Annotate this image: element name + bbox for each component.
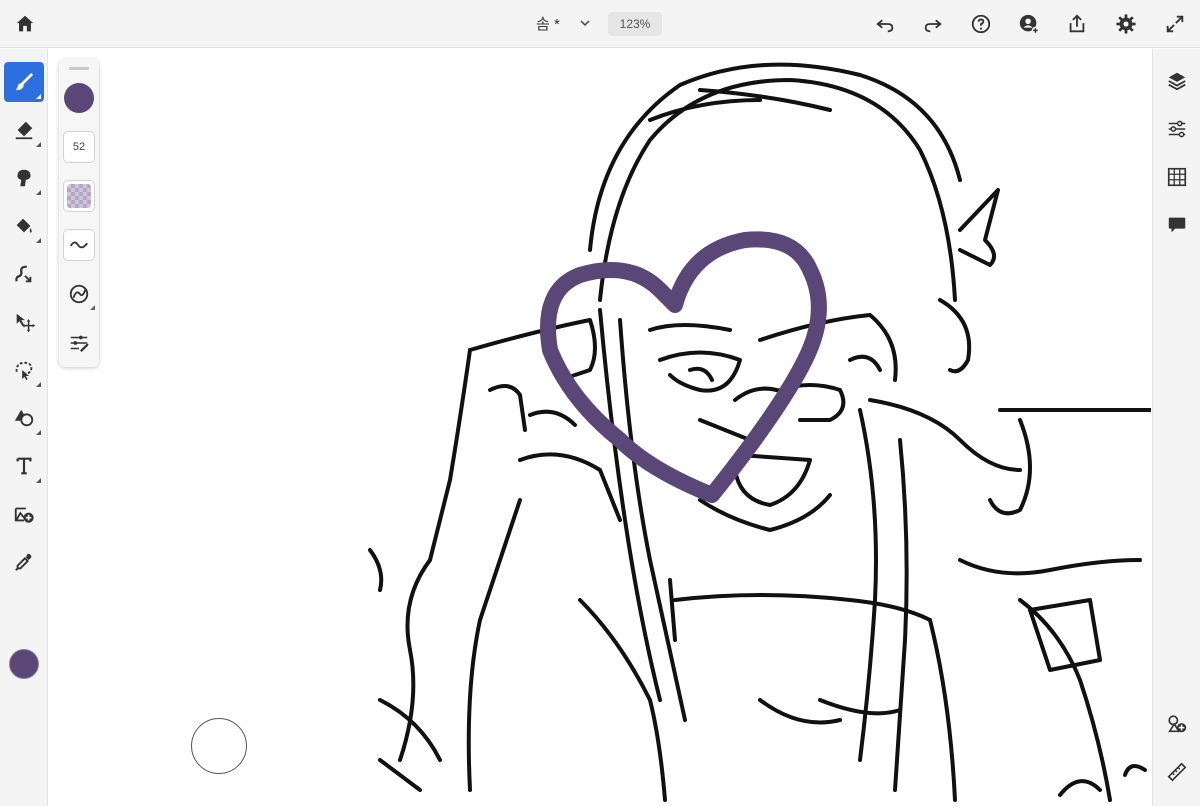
chevron-down-icon <box>580 20 590 27</box>
settings-button[interactable] <box>1108 6 1144 42</box>
redo-button[interactable] <box>915 6 951 42</box>
lasso-icon <box>15 361 33 381</box>
fullscreen-button[interactable] <box>1157 6 1193 42</box>
tools-toolbar <box>0 49 48 806</box>
shapes-stencil-icon <box>1168 715 1187 733</box>
redo-icon <box>924 19 942 33</box>
brush-size-cursor <box>191 718 247 774</box>
smudge-icon <box>17 169 31 187</box>
shapes-icon <box>14 409 34 427</box>
eraser-icon <box>15 121 33 140</box>
adjustments-button[interactable] <box>1159 111 1195 147</box>
brush-properties-panel: 52 <box>59 59 99 367</box>
adjustments-icon <box>1168 120 1186 138</box>
share-button[interactable] <box>1059 6 1095 42</box>
color-picker-swatch[interactable] <box>9 649 39 679</box>
brush-settings-icon <box>70 335 89 353</box>
help-button[interactable] <box>963 6 999 42</box>
ruler-button[interactable] <box>1159 754 1195 790</box>
document-title[interactable]: 솜 * <box>536 13 560 34</box>
liquify-icon <box>15 265 32 283</box>
gear-icon <box>1116 14 1136 34</box>
grid-icon <box>1167 167 1187 187</box>
panel-drag-handle[interactable] <box>69 67 89 70</box>
shapes-stencil-button[interactable] <box>1159 706 1195 742</box>
flow-swatch <box>67 184 91 208</box>
brush-icon <box>15 73 33 91</box>
text-icon <box>16 457 32 475</box>
brush-library-button[interactable] <box>63 278 95 310</box>
selection-tool[interactable] <box>4 350 44 390</box>
smoothing-button[interactable] <box>63 229 95 261</box>
brush-tool[interactable] <box>4 62 44 102</box>
transform-tool[interactable] <box>4 302 44 342</box>
comments-button[interactable] <box>1159 207 1195 243</box>
smoothing-icon <box>69 241 88 249</box>
panels-toolbar <box>1152 49 1200 806</box>
brush-size-field[interactable]: 52 <box>63 131 95 163</box>
layers-icon <box>1168 72 1186 91</box>
place-image-tool[interactable] <box>4 494 44 534</box>
brush-color-swatch[interactable] <box>64 83 94 113</box>
invite-button[interactable] <box>1011 6 1047 42</box>
smudge-tool[interactable] <box>4 158 44 198</box>
line-art-drawing <box>368 62 1151 802</box>
home-icon <box>16 15 34 32</box>
brush-library-icon <box>69 284 89 304</box>
undo-button[interactable] <box>867 6 903 42</box>
text-tool[interactable] <box>4 446 44 486</box>
document-menu-button[interactable] <box>572 10 598 36</box>
invite-user-icon <box>1019 14 1040 35</box>
zoom-level[interactable]: 123% <box>608 12 662 36</box>
eyedropper-icon <box>15 553 32 571</box>
layers-button[interactable] <box>1159 63 1195 99</box>
fill-tool[interactable] <box>4 206 44 246</box>
eraser-tool[interactable] <box>4 110 44 150</box>
brush-flow-button[interactable] <box>63 180 95 212</box>
grid-button[interactable] <box>1159 159 1195 195</box>
add-image-icon <box>14 507 34 523</box>
paint-bucket-icon <box>16 218 32 233</box>
help-icon <box>971 14 991 34</box>
shapes-tool[interactable] <box>4 398 44 438</box>
top-bar: 솜 * 123% <box>0 0 1200 48</box>
share-icon <box>1069 14 1085 33</box>
brush-settings-button[interactable] <box>63 327 95 359</box>
ruler-icon <box>1167 762 1187 782</box>
eyedropper-tool[interactable] <box>4 542 44 582</box>
home-button[interactable] <box>7 6 43 42</box>
expand-icon <box>1166 15 1184 33</box>
liquify-tool[interactable] <box>4 254 44 294</box>
undo-icon <box>876 19 894 33</box>
move-icon <box>16 313 35 333</box>
comments-icon <box>1168 217 1186 233</box>
drawing-canvas[interactable] <box>49 49 1151 806</box>
